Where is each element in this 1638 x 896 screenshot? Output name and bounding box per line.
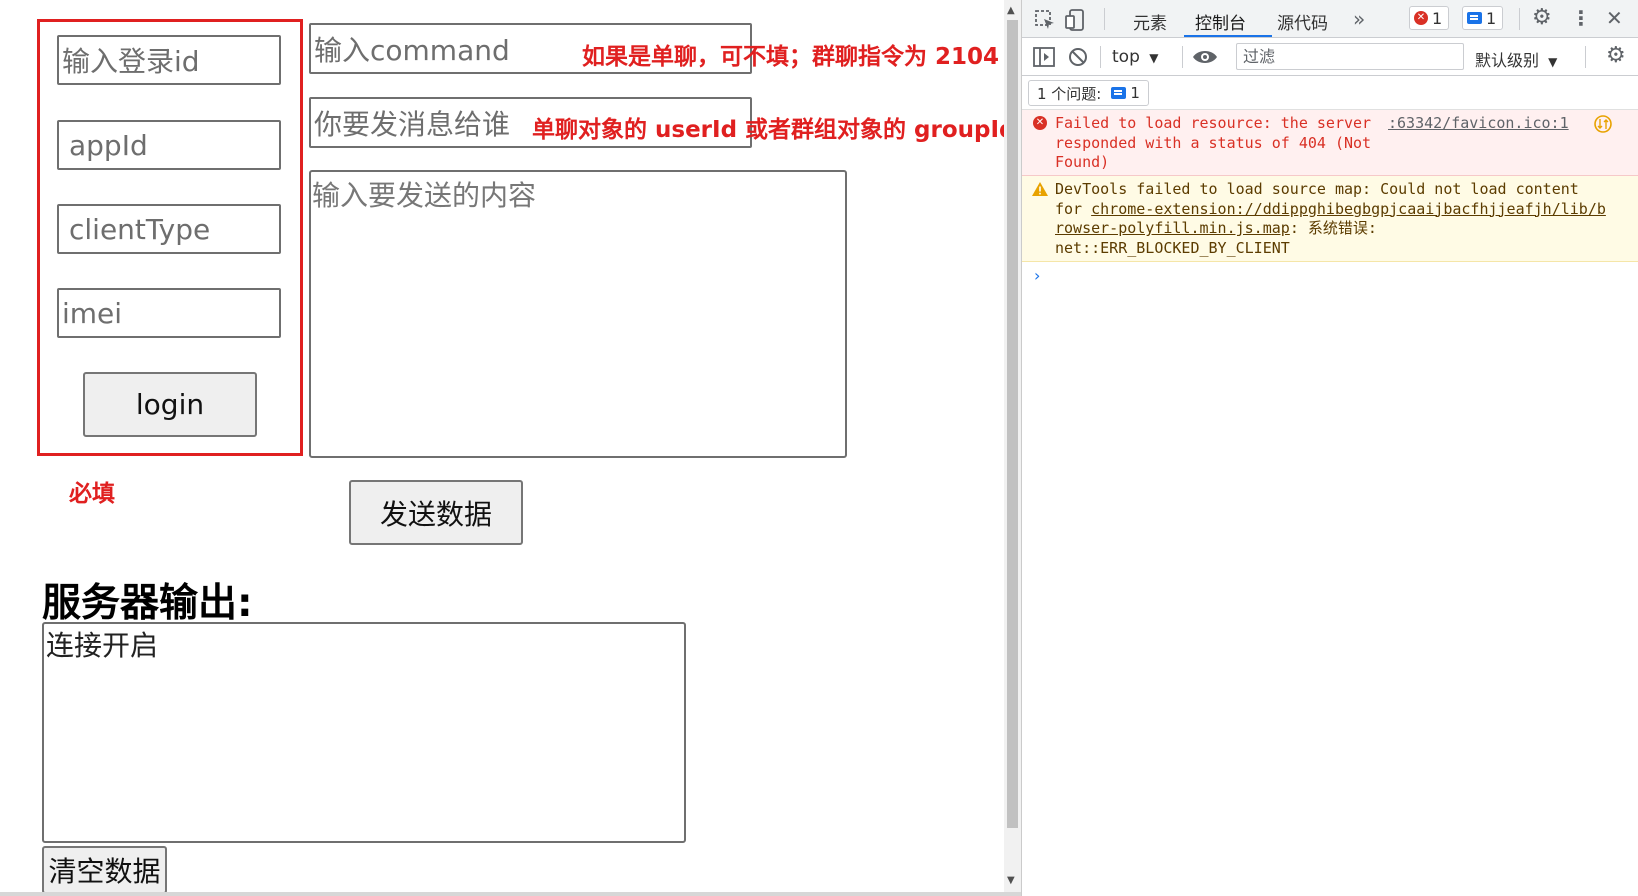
appid-input[interactable]: appId — [57, 120, 281, 170]
warning-line-1: DevTools failed to load source map: Coul… — [1055, 180, 1579, 198]
error-count: 1 — [1432, 8, 1443, 28]
scrollbar-thumb[interactable] — [1007, 20, 1018, 828]
required-note: 必填 — [69, 481, 115, 507]
error-icon: ✕ — [1414, 11, 1428, 25]
target-note: 单聊对象的 userId 或者群组对象的 groupId — [532, 117, 1004, 143]
warning-icon — [1032, 182, 1048, 196]
issues-count: 1 — [1130, 84, 1140, 102]
console-error-message: ✕ Failed to load resource: the server re… — [1022, 110, 1638, 176]
issues-bar: 1 个问题: 1 — [1022, 76, 1638, 110]
message-count: 1 — [1486, 8, 1497, 28]
tab-console[interactable]: 控制台 — [1195, 9, 1246, 34]
more-tabs-icon[interactable]: » — [1353, 7, 1365, 31]
clear-console-icon[interactable] — [1068, 47, 1088, 67]
imei-input[interactable]: imei — [57, 288, 281, 338]
chevron-down-icon: ▼ — [1548, 55, 1558, 69]
close-devtools-icon[interactable]: ✕ — [1606, 8, 1623, 28]
error-count-badge[interactable]: ✕ 1 — [1409, 6, 1450, 30]
error-text: Failed to load resource: the server resp… — [1055, 114, 1372, 171]
inspect-element-icon[interactable] — [1034, 9, 1056, 31]
active-tab-indicator — [1184, 35, 1272, 37]
message-count-badge[interactable]: 1 — [1462, 6, 1504, 30]
login-id-input[interactable]: 输入登录id — [57, 35, 281, 85]
message-icon — [1467, 12, 1482, 24]
command-note: 如果是单聊，可不填；群聊指令为 2104 — [582, 44, 1000, 70]
error-icon: ✕ — [1033, 116, 1047, 130]
horizontal-scrollbar — [0, 892, 1021, 896]
chevron-down-icon: ▼ — [1149, 51, 1159, 65]
device-toolbar-icon[interactable] — [1064, 8, 1088, 32]
source-map-link-part2[interactable]: rowser-polyfill.min.js.map — [1055, 219, 1290, 237]
warning-line-4: net::ERR_BLOCKED_BY_CLIENT — [1055, 238, 1290, 257]
send-button[interactable]: 发送数据 — [349, 480, 523, 545]
settings-gear-icon[interactable]: ⚙ — [1532, 7, 1552, 29]
eye-icon[interactable] — [1192, 48, 1218, 66]
client-type-input[interactable]: clientType — [57, 204, 281, 254]
source-map-link-part1[interactable]: chrome-extension://ddippghibegbgpjcaaijb… — [1091, 200, 1606, 218]
log-level-selector[interactable]: 默认级别 ▼ — [1475, 47, 1557, 71]
context-label: top — [1112, 47, 1140, 67]
more-options-icon[interactable]: ⋮ — [1571, 8, 1591, 28]
web-page: 输入登录id appId clientType imei login 必填 输入… — [0, 0, 1004, 896]
login-button[interactable]: login — [83, 372, 257, 437]
context-selector[interactable]: top ▼ — [1112, 47, 1159, 67]
console-prompt-icon[interactable]: › — [1034, 266, 1040, 285]
warning-system-error: : 系统错误: — [1289, 219, 1377, 237]
tab-elements[interactable]: 元素 — [1133, 9, 1167, 34]
warning-for: for — [1055, 199, 1092, 218]
devtools-tabbar: 元素 控制台 源代码 » ✕ 1 1 ⚙ ⋮ ✕ — [1022, 0, 1638, 38]
issues-button[interactable]: 1 个问题: 1 — [1028, 80, 1149, 106]
console-filter-input[interactable]: 过滤 — [1236, 43, 1464, 70]
devtools-panel: 元素 控制台 源代码 » ✕ 1 1 ⚙ ⋮ ✕ top ▼ 过滤 默认级别 ▼… — [1021, 0, 1638, 896]
issues-label: 1 个问题: — [1037, 84, 1102, 103]
network-request-icon[interactable] — [1593, 114, 1613, 134]
scroll-up-icon[interactable]: ▲ — [1007, 6, 1015, 16]
console-warning-message: DevTools failed to load source map: Coul… — [1022, 176, 1638, 262]
clear-button[interactable]: 清空数据 — [42, 846, 167, 894]
console-toolbar: top ▼ 过滤 默认级别 ▼ ⚙ — [1022, 38, 1638, 76]
page-scrollbar[interactable]: ▲ ▼ — [1004, 0, 1021, 896]
error-source-link[interactable]: :63342/favicon.ico:1 — [1388, 114, 1569, 134]
scroll-down-icon[interactable]: ▼ — [1007, 876, 1015, 886]
message-content-textarea[interactable]: 输入要发送的内容 — [309, 170, 847, 458]
tab-sources[interactable]: 源代码 — [1277, 9, 1328, 34]
message-icon — [1111, 87, 1127, 99]
server-output-area[interactable]: 连接开启 — [42, 622, 686, 843]
server-output-title: 服务器输出: — [42, 581, 253, 626]
sidebar-toggle-icon[interactable] — [1033, 47, 1055, 67]
log-level-label: 默认级别 — [1475, 51, 1540, 70]
console-settings-gear-icon[interactable]: ⚙ — [1606, 45, 1626, 67]
